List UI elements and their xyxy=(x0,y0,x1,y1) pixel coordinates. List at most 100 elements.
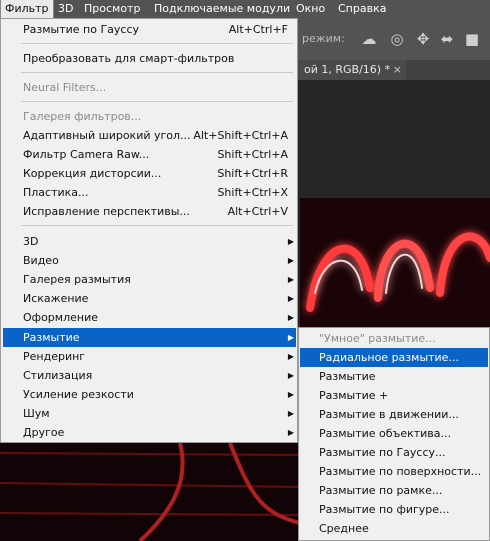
submenu-item-surface-blur[interactable]: Размытие по поверхности... xyxy=(300,462,488,481)
menu-item-camera-raw[interactable]: Фильтр Camera Raw... Shift+Ctrl+A xyxy=(3,145,296,164)
submenu-item-label: Размытие xyxy=(319,370,376,383)
menu-item-shortcut: Shift+Ctrl+R xyxy=(217,167,288,180)
menu-item-label: Адаптивный широкий угол... xyxy=(23,129,191,142)
menu-item-label: Исправление перспективы... xyxy=(23,205,190,218)
menu-item-other[interactable]: Другое ▶ xyxy=(3,423,296,442)
menu-item-liquify[interactable]: Пластика... Shift+Ctrl+X xyxy=(3,183,296,202)
menu-view[interactable]: Просмотр xyxy=(80,0,144,18)
menu-item-label: Галерея фильтров... xyxy=(23,110,142,123)
menu-separator xyxy=(21,225,293,226)
mode-label: режим: xyxy=(302,32,345,45)
menu-item-label: Галерея размытия xyxy=(23,273,131,286)
menu-item-label: Коррекция дисторсии... xyxy=(23,167,162,180)
submenu-item-lens-blur[interactable]: Размытие объектива... xyxy=(300,424,488,443)
menu-item-blur[interactable]: Размытие ▶ xyxy=(3,328,296,347)
menu-item-label: Фильтр Camera Raw... xyxy=(23,148,150,161)
submenu-item-smart-blur[interactable]: "Умное" размытие... xyxy=(300,329,488,348)
menu-item-label: Стилизация xyxy=(23,369,93,382)
menu-separator xyxy=(21,43,293,44)
close-icon[interactable]: × xyxy=(393,60,402,80)
submenu-item-motion-blur[interactable]: Размытие в движении... xyxy=(300,405,488,424)
menu-plugins[interactable]: Подключаемые модули xyxy=(150,0,294,18)
submenu-item-label: Среднее xyxy=(319,522,369,535)
submenu-item-average[interactable]: Среднее xyxy=(300,519,488,538)
submenu-item-shape-blur[interactable]: Размытие по фигуре... xyxy=(300,500,488,519)
menu-separator xyxy=(21,72,293,73)
menu-item-shortcut: Alt+Ctrl+V xyxy=(227,205,288,218)
menu-item-label: Размытие xyxy=(23,331,80,344)
menu-item-label: Усиление резкости xyxy=(23,388,134,401)
document-tab[interactable]: ой 1, RGB/16) * × xyxy=(296,60,406,80)
menu-item-gaussian-blur-last[interactable]: Размытие по Гауссу Alt+Ctrl+F xyxy=(3,20,296,39)
menu-item-label: Шум xyxy=(23,407,50,420)
rotate-3d-icon[interactable]: ☁ xyxy=(358,28,380,50)
menu-item-render-decoration[interactable]: Оформление ▶ xyxy=(3,308,296,327)
menu-item-shortcut: Alt+Ctrl+F xyxy=(228,23,288,36)
options-bar: режим: ☁ ◎ ✥ ⬌ ■ xyxy=(296,18,490,60)
menu-item-blur-gallery[interactable]: Галерея размытия ▶ xyxy=(3,270,296,289)
menu-item-label: Пластика... xyxy=(23,186,89,199)
menu-item-label: Рендеринг xyxy=(23,350,86,363)
submenu-arrow-icon: ▶ xyxy=(287,371,294,380)
submenu-item-blur-more[interactable]: Размытие + xyxy=(300,386,488,405)
menu-item-label: Оформление xyxy=(23,311,98,324)
menu-item-shortcut: Alt+Shift+Ctrl+A xyxy=(193,129,288,142)
menu-item-video[interactable]: Видео ▶ xyxy=(3,251,296,270)
submenu-arrow-icon: ▶ xyxy=(287,409,294,418)
submenu-item-label: Размытие объектива... xyxy=(319,427,451,440)
menu-item-label: Neural Filters... xyxy=(23,81,107,94)
menu-item-stylize[interactable]: Стилизация ▶ xyxy=(3,366,296,385)
slide-icon[interactable]: ⬌ xyxy=(436,28,458,50)
menu-item-convert-smart-filters[interactable]: Преобразовать для смарт-фильтров xyxy=(3,49,296,68)
menu-item-filter-gallery[interactable]: Галерея фильтров... xyxy=(3,107,296,126)
submenu-arrow-icon: ▶ xyxy=(287,294,294,303)
menu-item-sharpen[interactable]: Усиление резкости ▶ xyxy=(3,385,296,404)
menu-item-label: Преобразовать для смарт-фильтров xyxy=(23,52,235,65)
menu-item-label: Искажение xyxy=(23,292,89,305)
document-tab-title: ой 1, RGB/16) * xyxy=(304,63,391,76)
menu-window[interactable]: Окно xyxy=(292,0,329,18)
menu-item-lens-correction[interactable]: Коррекция дисторсии... Shift+Ctrl+R xyxy=(3,164,296,183)
menu-item-neural-filters[interactable]: Neural Filters... xyxy=(3,78,296,97)
menu-item-label: 3D xyxy=(23,235,39,248)
filter-menu: Размытие по Гауссу Alt+Ctrl+F Преобразов… xyxy=(0,18,298,443)
submenu-arrow-icon: ▶ xyxy=(287,313,294,322)
blur-submenu: "Умное" размытие... Радиальное размытие.… xyxy=(298,327,490,541)
submenu-item-label: Размытие по фигуре... xyxy=(319,503,450,516)
menu-item-render[interactable]: Рендеринг ▶ xyxy=(3,347,296,366)
menu-3d[interactable]: 3D xyxy=(54,0,77,18)
submenu-arrow-icon: ▶ xyxy=(287,275,294,284)
menu-item-adaptive-wide-angle[interactable]: Адаптивный широкий угол... Alt+Shift+Ctr… xyxy=(3,126,296,145)
menu-help[interactable]: Справка xyxy=(334,0,390,18)
submenu-item-label: Размытие по Гауссу... xyxy=(319,446,446,459)
submenu-arrow-icon: ▶ xyxy=(287,256,294,265)
submenu-item-label: "Умное" размытие... xyxy=(319,332,436,345)
menu-bar: Фильтр 3D Просмотр Подключаемые модули О… xyxy=(0,0,490,19)
neon-photo-left-edge xyxy=(0,443,300,541)
submenu-arrow-icon: ▶ xyxy=(287,237,294,246)
menu-item-distort[interactable]: Искажение ▶ xyxy=(3,289,296,308)
video-camera-icon[interactable]: ■ xyxy=(461,28,483,50)
submenu-arrow-icon: ▶ xyxy=(287,352,294,361)
menu-item-noise[interactable]: Шум ▶ xyxy=(3,404,296,423)
submenu-arrow-icon: ▶ xyxy=(287,333,294,342)
submenu-item-blur[interactable]: Размытие xyxy=(300,367,488,386)
submenu-arrow-icon: ▶ xyxy=(287,390,294,399)
submenu-item-label: Размытие по поверхности... xyxy=(319,465,482,478)
orbit-icon[interactable]: ◎ xyxy=(386,28,408,50)
menu-filter[interactable]: Фильтр xyxy=(0,0,54,19)
submenu-item-radial-blur[interactable]: Радиальное размытие... xyxy=(300,348,488,367)
submenu-item-gaussian-blur[interactable]: Размытие по Гауссу... xyxy=(300,443,488,462)
menu-item-vanishing-point[interactable]: Исправление перспективы... Alt+Ctrl+V xyxy=(3,202,296,221)
menu-item-3d[interactable]: 3D ▶ xyxy=(3,232,296,251)
submenu-item-box-blur[interactable]: Размытие по рамке... xyxy=(300,481,488,500)
submenu-item-label: Размытие + xyxy=(319,389,389,402)
menu-item-shortcut: Shift+Ctrl+X xyxy=(217,186,288,199)
menu-item-shortcut: Shift+Ctrl+A xyxy=(217,148,288,161)
document-tab-row: ой 1, RGB/16) * × xyxy=(296,60,490,80)
menu-item-label: Видео xyxy=(23,254,59,267)
menu-item-label: Другое xyxy=(23,426,65,439)
pan-icon[interactable]: ✥ xyxy=(412,28,434,50)
submenu-item-label: Размытие по рамке... xyxy=(319,484,443,497)
menu-item-label: Размытие по Гауссу xyxy=(23,23,140,36)
